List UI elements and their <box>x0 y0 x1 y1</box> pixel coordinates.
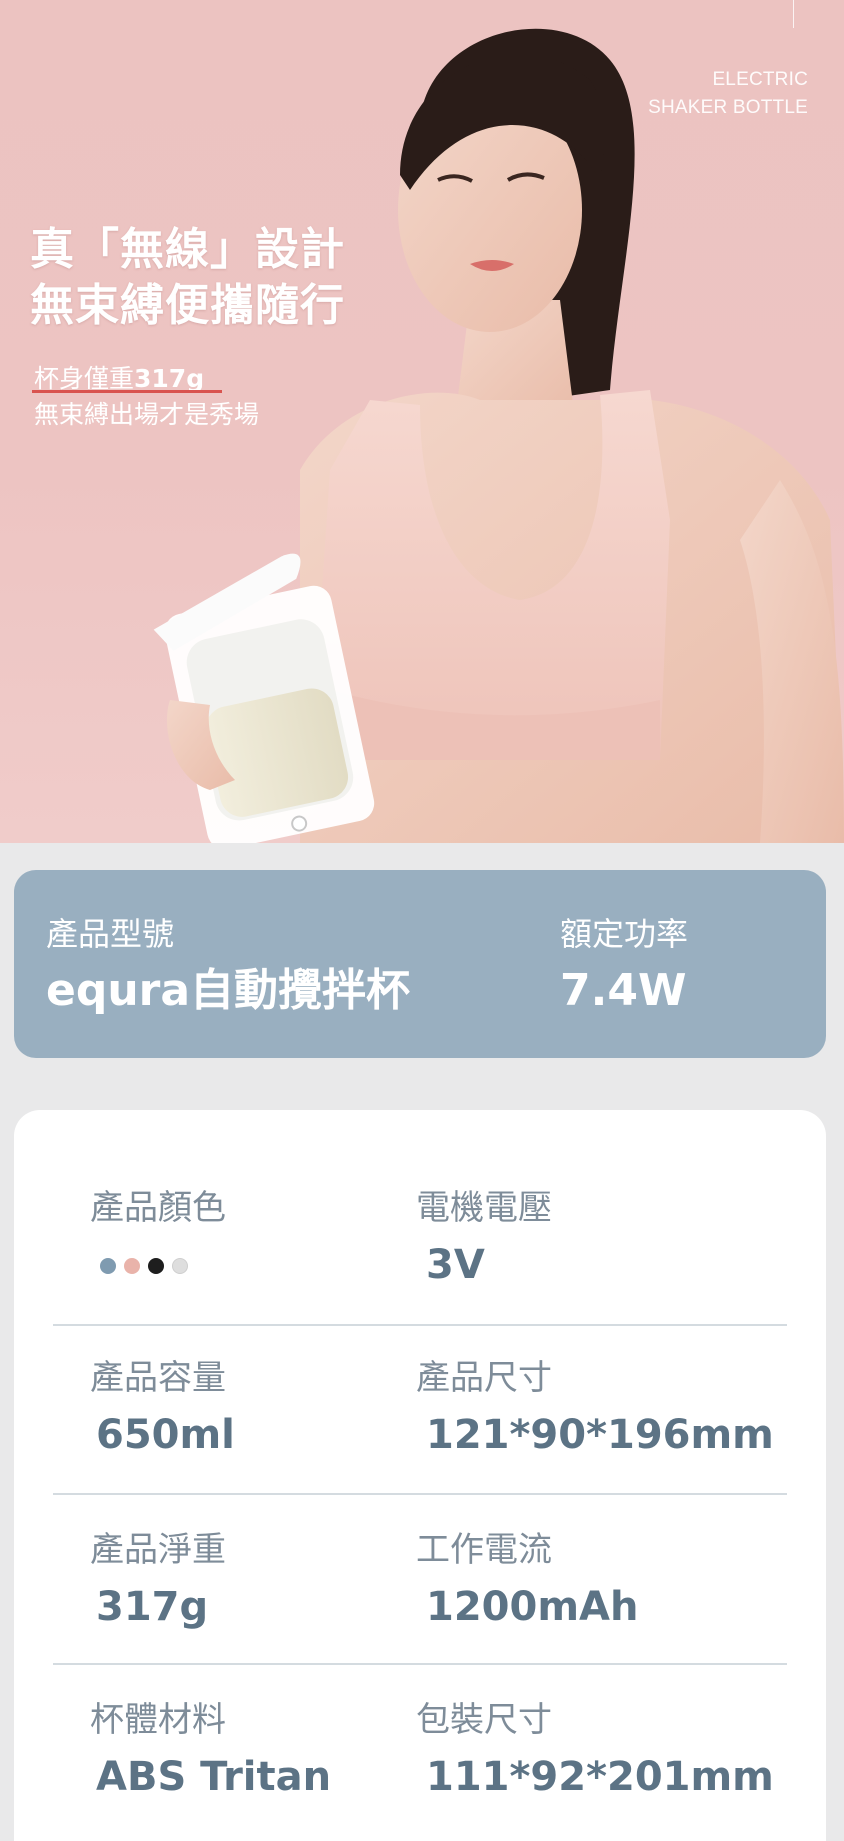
color-swatch-blue[interactable] <box>100 1258 116 1274</box>
weight-caption-prefix: 杯身僅重 <box>34 364 135 393</box>
top-divider-line <box>793 0 794 28</box>
model-label: 產品型號 <box>46 915 175 953</box>
power-value: 7.4W <box>560 965 687 1016</box>
size-label: 產品尺寸 <box>416 1358 552 1398</box>
weight-value: 317g <box>96 1584 209 1630</box>
power-label: 額定功率 <box>560 915 689 953</box>
spec-divider <box>53 1663 787 1665</box>
color-swatch-black[interactable] <box>148 1258 164 1274</box>
package-value: 111*92*201mm <box>426 1754 774 1800</box>
spec-divider <box>53 1324 787 1326</box>
color-swatch-pink[interactable] <box>124 1258 140 1274</box>
size-value: 121*90*196mm <box>426 1412 774 1458</box>
capacity-value: 650ml <box>96 1412 235 1458</box>
english-tagline-line2: SHAKER BOTTLE <box>648 97 808 118</box>
model-value: equra自動攪拌杯 <box>46 965 411 1016</box>
hero-headline: 真「無線」設計 無束縛便攜隨行 <box>30 222 345 334</box>
spec-card: 產品顏色 電機電壓 3V 產品容量 650ml 產品尺寸 121*90*196m… <box>14 1110 826 1841</box>
model-power-card: 產品型號 equra自動攪拌杯 額定功率 7.4W <box>14 870 826 1058</box>
package-label: 包裝尺寸 <box>416 1700 552 1740</box>
spec-divider <box>53 1493 787 1495</box>
weight-label: 產品淨重 <box>90 1530 226 1570</box>
spec-row-capacity-size: 產品容量 650ml 產品尺寸 121*90*196mm <box>14 1356 826 1526</box>
spec-row-weight-current: 產品淨重 317g 工作電流 1200mAh <box>14 1528 826 1698</box>
current-value: 1200mAh <box>426 1584 639 1630</box>
current-label: 工作電流 <box>416 1530 552 1570</box>
color-swatch-white[interactable] <box>172 1258 188 1274</box>
headline-line2: 無束縛便攜隨行 <box>30 280 345 331</box>
capacity-label: 產品容量 <box>90 1358 226 1398</box>
weight-caption-value: 317g <box>134 364 205 393</box>
color-swatches <box>100 1258 188 1274</box>
english-tagline-line1: ELECTRIC <box>712 69 808 90</box>
spec-row-color-voltage: 產品顏色 電機電壓 3V <box>14 1186 826 1356</box>
material-label: 杯體材料 <box>90 1700 226 1740</box>
voltage-label: 電機電壓 <box>416 1188 552 1228</box>
hero-banner: ELECTRIC SHAKER BOTTLE 真「無線」設計 無束縛便攜隨行 杯… <box>0 0 844 843</box>
color-label: 產品顏色 <box>90 1188 226 1228</box>
headline-line1: 真「無線」設計 <box>30 224 345 275</box>
freedom-caption: 無束縛出場才是秀場 <box>34 400 260 429</box>
material-value: ABS Tritan <box>96 1754 332 1800</box>
voltage-value: 3V <box>426 1242 485 1288</box>
caption-underline <box>32 390 222 393</box>
english-tagline: ELECTRIC SHAKER BOTTLE <box>648 66 808 122</box>
spec-row-material-package: 杯體材料 ABS Tritan 包裝尺寸 111*92*201mm <box>14 1698 826 1841</box>
